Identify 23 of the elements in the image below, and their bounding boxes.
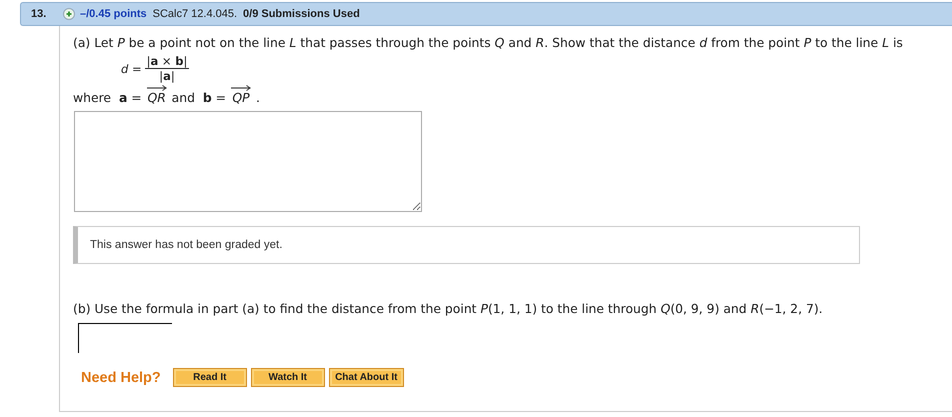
question-text: (b) Use the formula in part (a) to find the distance from the point P(1, 1, 1) to the line through Q(0, 9, 9) and R(−1, 2, 7).	[73, 300, 824, 317]
denominator: |a|	[159, 69, 175, 83]
need-help-label: Need Help?	[81, 370, 161, 386]
answer-box[interactable]	[74, 111, 422, 212]
help-button[interactable]: Read It	[172, 368, 247, 387]
formula-text: d =	[121, 62, 142, 76]
vector-arrow-icon	[231, 85, 252, 91]
vector-label: QP	[232, 91, 250, 105]
formula-text: and b =	[172, 90, 226, 105]
plus-icon[interactable]	[63, 8, 75, 20]
numerator: |a × b|	[144, 54, 190, 69]
vector-label: QR	[147, 91, 166, 105]
formula-text: .	[256, 90, 260, 105]
source-label: SCalc7 12.4.045.	[152, 8, 238, 20]
vector-arrow-icon	[146, 85, 167, 91]
submissions-label: 0/9 Submissions Used	[243, 8, 360, 20]
points-label: –/0.45 points	[80, 8, 147, 20]
help-button[interactable]: Watch It	[250, 368, 325, 387]
question-text: (a) Let P be a point not on the line L that passes through the points Q and R. Show that the distance d from the point P to the line L is	[73, 34, 904, 51]
feedback-text: This answer has not been graded yet.	[90, 239, 282, 251]
question-number: 13.	[30, 8, 48, 20]
help-button[interactable]: Chat About It	[328, 368, 404, 387]
formula-text: where a =	[73, 90, 142, 105]
